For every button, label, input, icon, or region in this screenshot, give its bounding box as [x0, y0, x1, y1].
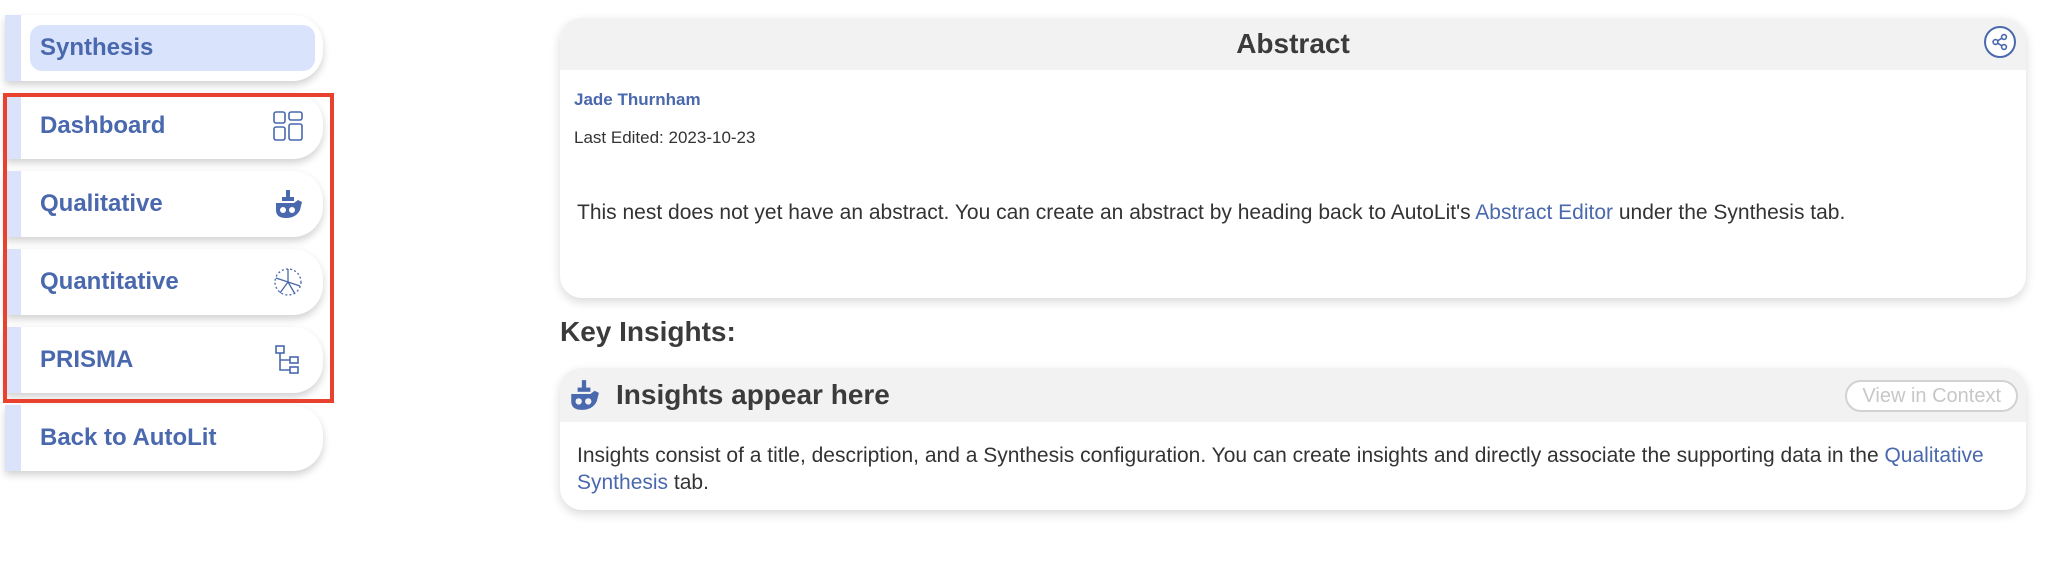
sidebar-item-quantitative[interactable]: Quantitative: [5, 249, 323, 315]
sidebar-item-qualitative[interactable]: Qualitative: [5, 171, 323, 237]
qualitative-icon: [271, 187, 305, 221]
sidebar-item-synthesis[interactable]: Synthesis: [5, 15, 323, 81]
share-icon: [1992, 33, 2008, 51]
sidebar-item-label: Back to AutoLit: [40, 424, 217, 451]
prisma-icon: [271, 343, 305, 377]
quantitative-icon: [271, 265, 305, 299]
qualitative-icon: [566, 377, 602, 413]
key-insights-heading: Key Insights:: [560, 316, 736, 347]
share-button[interactable]: [1984, 26, 2016, 58]
sidebar-item-label: Dashboard: [40, 112, 166, 139]
sidebar-item-label: Synthesis: [40, 34, 154, 61]
abstract-body: This nest does not yet have an abstract.…: [577, 201, 1845, 225]
insight-header: Insights appear here View in Context: [560, 368, 2026, 422]
author-name: Jade Thurnham: [574, 90, 701, 109]
insight-body-text-end: tab.: [668, 471, 709, 494]
dashboard-icon: [271, 109, 305, 143]
view-in-context-button[interactable]: View in Context: [1845, 380, 2018, 412]
abstract-header: Abstract: [560, 18, 2026, 70]
sidebar-item-label: Qualitative: [40, 190, 163, 217]
last-edited: Last Edited: 2023-10-23: [574, 128, 756, 147]
sidebar-item-back-to-autolit[interactable]: Back to AutoLit: [5, 405, 323, 471]
insight-body: Insights consist of a title, description…: [577, 442, 2017, 496]
abstract-body-text: This nest does not yet have an abstract.…: [577, 201, 1476, 224]
abstract-editor-link[interactable]: Abstract Editor: [1475, 201, 1613, 224]
insight-card: Insights appear here View in Context Ins…: [560, 368, 2026, 510]
abstract-body-text-end: under the Synthesis tab.: [1613, 201, 1846, 224]
sidebar-item-prisma[interactable]: PRISMA: [5, 327, 323, 393]
insight-title: Insights appear here: [616, 379, 890, 410]
sidebar-item-dashboard[interactable]: Dashboard: [5, 93, 323, 159]
abstract-card: Abstract Jade Thurnham Last Edited: 2023…: [560, 18, 2026, 298]
sidebar-item-label: PRISMA: [40, 346, 134, 373]
insight-body-text: Insights consist of a title, description…: [577, 444, 1885, 467]
abstract-title: Abstract: [1236, 28, 1350, 59]
sidebar-item-label: Quantitative: [40, 268, 179, 295]
